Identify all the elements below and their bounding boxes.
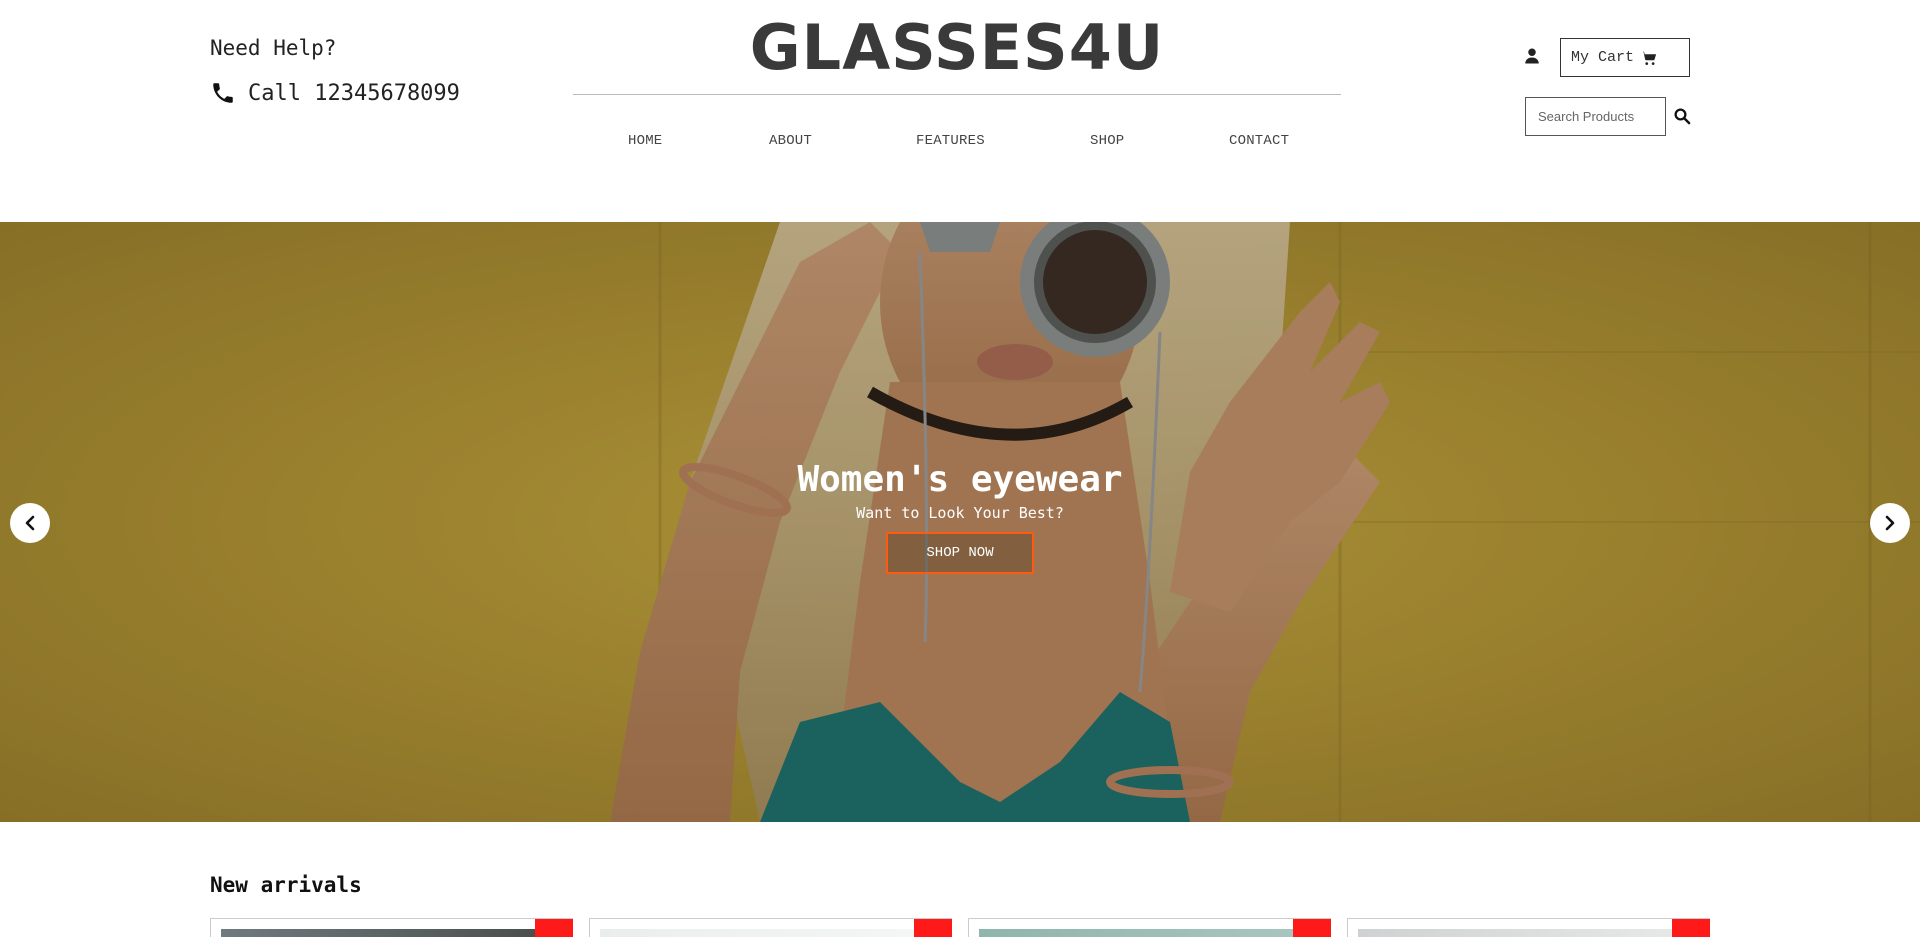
- brand[interactable]: GLASSES4U: [573, 8, 1341, 88]
- product-image[interactable]: [600, 929, 920, 937]
- nav-contact[interactable]: CONTACT: [1229, 133, 1289, 149]
- search-icon[interactable]: [1673, 107, 1691, 125]
- call-link[interactable]: Call 12345678099: [210, 80, 460, 106]
- product-card[interactable]: [589, 918, 952, 937]
- user-icon[interactable]: [1523, 47, 1541, 65]
- product-badge: [914, 919, 952, 937]
- cart-button[interactable]: My Cart: [1560, 38, 1690, 77]
- product-card[interactable]: [210, 918, 573, 937]
- nav-features[interactable]: FEATURES: [916, 133, 985, 149]
- cart-icon: [1640, 50, 1657, 65]
- hero-carousel: Women's eyewear Want to Look Your Best? …: [0, 222, 1920, 822]
- phone-icon: [213, 83, 233, 103]
- product-badge: [1672, 919, 1710, 937]
- product-badge: [535, 919, 573, 937]
- site-logo[interactable]: GLASSES4U: [573, 8, 1341, 88]
- new-arrivals-list: [210, 918, 1710, 937]
- help-block: Need Help? Call 12345678099: [210, 36, 460, 106]
- carousel-prev-button[interactable]: [10, 503, 50, 543]
- help-title: Need Help?: [210, 36, 337, 60]
- new-arrivals-title: New arrivals: [210, 873, 362, 897]
- product-card[interactable]: [1347, 918, 1710, 937]
- hero-title: Women's eyewear: [797, 459, 1123, 500]
- product-image[interactable]: [1358, 929, 1678, 937]
- nav-shop[interactable]: SHOP: [1090, 133, 1124, 149]
- cart-label: My Cart: [1571, 49, 1635, 66]
- product-image[interactable]: [979, 929, 1299, 937]
- carousel-next-button[interactable]: [1870, 503, 1910, 543]
- main-nav: HOME ABOUT FEATURES SHOP CONTACT: [573, 133, 1341, 157]
- search-input[interactable]: [1525, 97, 1666, 136]
- hero-subtitle: Want to Look Your Best?: [856, 504, 1064, 522]
- shop-now-button[interactable]: SHOP NOW: [886, 532, 1034, 574]
- product-image[interactable]: [221, 929, 541, 937]
- product-badge: [1293, 919, 1331, 937]
- header-divider: [573, 94, 1341, 95]
- call-number: Call 12345678099: [248, 80, 460, 106]
- hero-caption: Women's eyewear Want to Look Your Best? …: [0, 458, 1920, 574]
- nav-about[interactable]: ABOUT: [769, 133, 812, 149]
- chevron-left-icon: [25, 515, 35, 531]
- chevron-right-icon: [1885, 515, 1895, 531]
- site-header: Need Help? Call 12345678099 GLASSES4U HO…: [0, 0, 1920, 222]
- nav-home[interactable]: HOME: [628, 133, 662, 149]
- product-card[interactable]: [968, 918, 1331, 937]
